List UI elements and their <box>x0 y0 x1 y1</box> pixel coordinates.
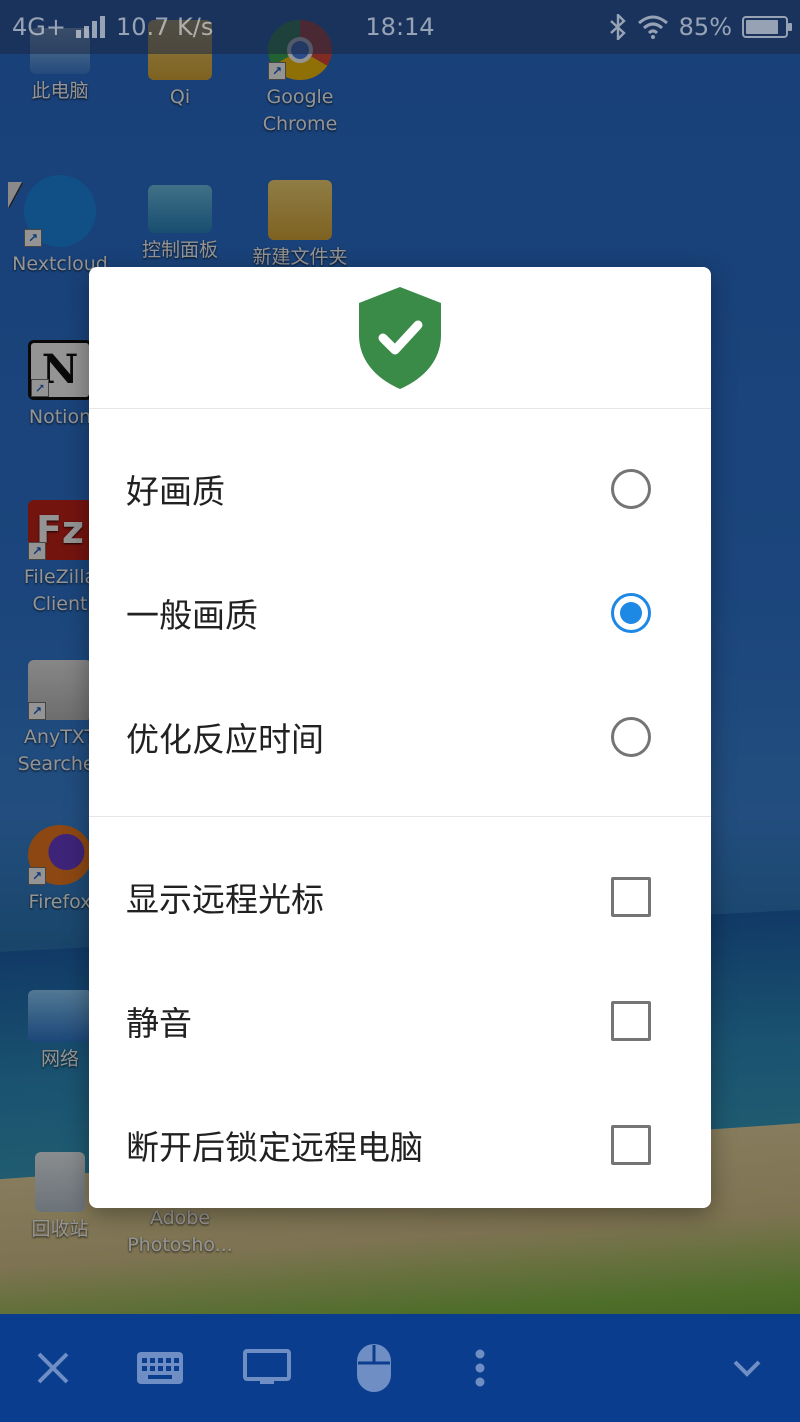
signal-icon <box>75 16 105 38</box>
option-label: 一般画质 <box>126 596 258 635</box>
quality-radio-group: 好画质 一般画质 优化反应时间 <box>89 409 711 817</box>
more-button[interactable] <box>435 1314 525 1422</box>
option-label: 显示远程光标 <box>126 880 324 919</box>
bottom-toolbar <box>0 1314 800 1422</box>
battery-percent: 85% <box>678 13 732 41</box>
wifi-icon <box>637 15 668 39</box>
chevron-down-icon <box>733 1360 761 1377</box>
battery-level <box>746 20 779 34</box>
network-speed: 10.7 K/s <box>115 13 214 41</box>
monitor-icon <box>243 1349 291 1384</box>
checkbox[interactable] <box>611 1125 651 1165</box>
checkbox[interactable] <box>611 877 651 917</box>
close-button[interactable] <box>8 1314 98 1422</box>
quality-option-good[interactable]: 好画质 <box>89 427 711 551</box>
toggle-show-remote-cursor[interactable]: 显示远程光标 <box>89 835 711 959</box>
quality-option-normal[interactable]: 一般画质 <box>89 551 711 675</box>
radio-button[interactable] <box>611 469 651 509</box>
toggle-lock-after-disconnect[interactable]: 断开后锁定远程电脑 <box>89 1083 711 1207</box>
session-settings-dialog: 好画质 一般画质 优化反应时间 显示远程光标 静音 断开后锁定远程电脑 <box>89 267 711 1208</box>
bluetooth-icon <box>609 14 626 40</box>
keyboard-icon <box>137 1352 183 1384</box>
quality-option-optimize-latency[interactable]: 优化反应时间 <box>89 675 711 799</box>
keyboard-button[interactable] <box>115 1314 205 1422</box>
shield-check-icon <box>359 286 441 389</box>
network-type: 4G+ <box>12 13 66 41</box>
more-vertical-icon <box>475 1349 485 1387</box>
option-label: 好画质 <box>126 472 225 511</box>
mouse-button[interactable] <box>329 1314 419 1422</box>
option-label: 静音 <box>126 1004 192 1043</box>
status-bar: 4G+ 10.7 K/s 18:14 85% <box>0 0 800 54</box>
toggle-checkbox-group: 显示远程光标 静音 断开后锁定远程电脑 <box>89 817 711 1207</box>
display-button[interactable] <box>222 1314 312 1422</box>
checkbox[interactable] <box>611 1001 651 1041</box>
toggle-mute[interactable]: 静音 <box>89 959 711 1083</box>
option-label: 优化反应时间 <box>126 720 324 759</box>
dialog-header <box>89 267 711 409</box>
close-icon <box>37 1352 69 1384</box>
collapse-toolbar-button[interactable] <box>702 1314 792 1422</box>
option-label: 断开后锁定远程电脑 <box>126 1128 423 1167</box>
radio-button[interactable] <box>611 717 651 757</box>
radio-button[interactable] <box>611 593 651 633</box>
mouse-icon <box>357 1344 391 1392</box>
battery-icon <box>742 16 792 38</box>
